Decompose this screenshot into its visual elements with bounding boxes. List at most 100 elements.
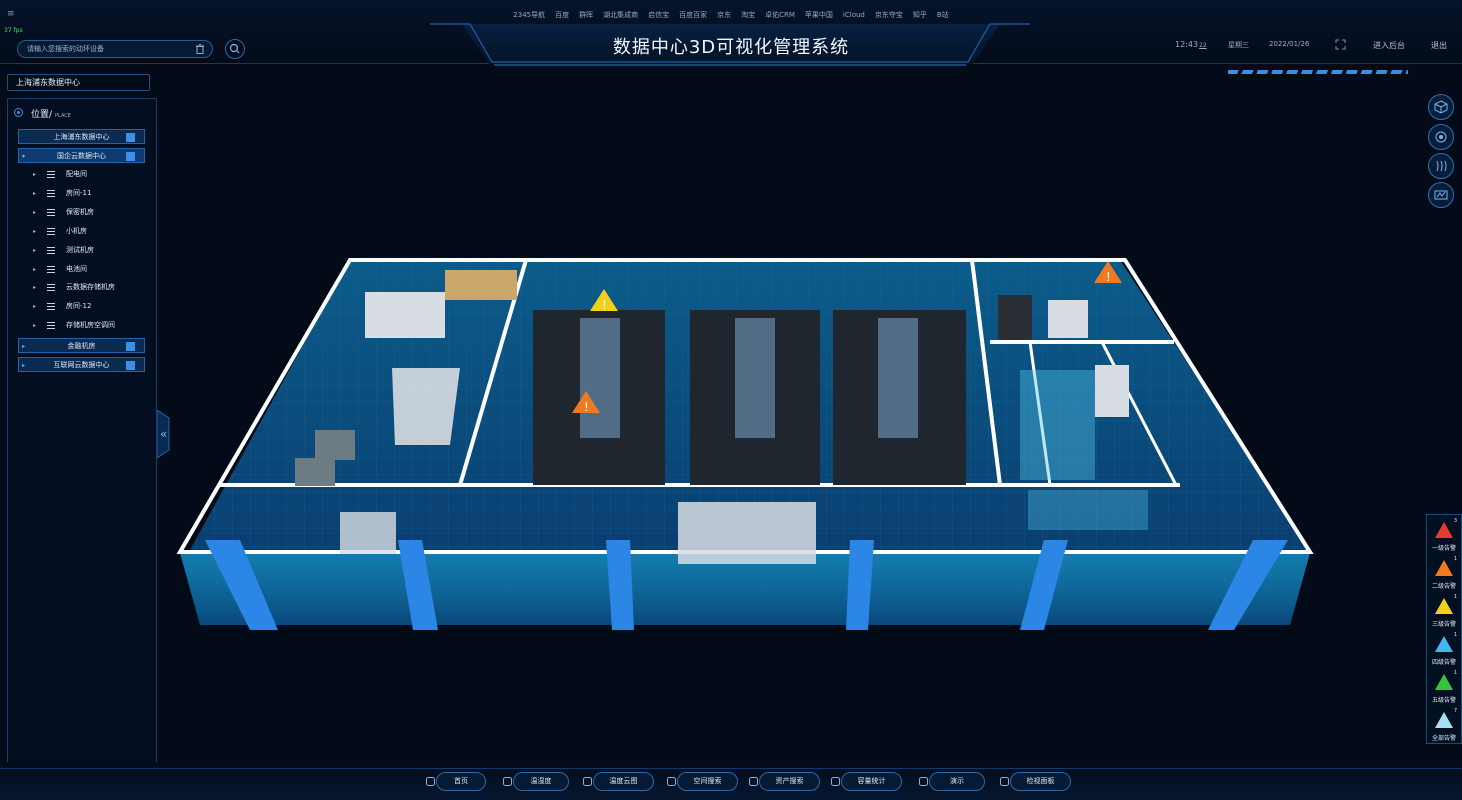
nav-button[interactable]: 资产搜索: [749, 772, 820, 791]
nav-button-label: 温湿度: [530, 777, 552, 785]
alert-level-item[interactable]: 7 全部告警: [1426, 706, 1462, 742]
page-title: 数据中心3D可视化管理系统: [612, 37, 850, 58]
caret-down-icon[interactable]: ▾: [22, 149, 25, 164]
tree-item-label: 保密机房: [66, 207, 94, 216]
fullscreen-icon[interactable]: [1335, 39, 1346, 50]
warning-icon: [1435, 712, 1453, 728]
bookmark-link[interactable]: iCloud: [843, 11, 865, 19]
bookmark-link[interactable]: 启信宝: [648, 11, 669, 19]
caret-right-icon[interactable]: ▸: [33, 224, 36, 239]
asset-search-icon: [749, 777, 758, 786]
tree-folder-label: 国企云数据中心: [57, 152, 106, 160]
tree-folder[interactable]: ▾ 国企云数据中心: [18, 148, 145, 163]
bookmark-link[interactable]: 京东: [717, 11, 731, 19]
nav-button[interactable]: 温度云图: [583, 772, 654, 791]
bookmark-link[interactable]: 淘宝: [741, 11, 755, 19]
caret-right-icon[interactable]: ▸: [33, 280, 36, 295]
tree-item-label: 云数据存储机房: [66, 283, 115, 292]
bookmark-link[interactable]: 苹果中国: [805, 11, 833, 19]
tree-item[interactable]: ▸ 测试机房: [18, 243, 145, 258]
alert-label: 二级告警: [1431, 583, 1456, 590]
tree-item[interactable]: ▸ 配电间: [18, 167, 145, 182]
tree-folder-label: 上海浦东数据中心: [53, 133, 110, 141]
fps-counter: 37 fps: [4, 27, 23, 34]
folder-icon: [126, 133, 135, 142]
caret-right-icon[interactable]: ▸: [33, 299, 36, 314]
caret-right-icon[interactable]: ▸: [33, 243, 36, 258]
bookmark-link[interactable]: 知乎: [913, 11, 927, 19]
clock-time: 12:4322: [1175, 40, 1207, 49]
admin-link[interactable]: 进入后台: [1373, 40, 1405, 51]
logout-link[interactable]: 退出: [1431, 40, 1447, 51]
bookmark-link[interactable]: 湖北集成商: [603, 11, 638, 19]
alert-count: 3: [1453, 518, 1457, 524]
tree-item[interactable]: ▸ 小机房: [18, 224, 145, 239]
alert-level-item[interactable]: 1 三级告警: [1426, 592, 1462, 628]
tree-folder-label: 金融机房: [67, 342, 96, 351]
space-search-icon: [667, 777, 676, 786]
rotate-view-icon[interactable]: [1428, 124, 1454, 150]
thermometer-icon: [503, 777, 512, 786]
nav-button[interactable]: 检视面板: [1000, 772, 1071, 791]
bookmark-bar: 2345导航 百度 群晖 湖北集成商 启信宝 百度百家 京东 淘宝 卓佑CRM 苹果中国 iClou…: [0, 10, 1462, 20]
alert-label: 四级告警: [1431, 659, 1456, 666]
tree-item[interactable]: ▸ 存储机房空调间: [18, 318, 145, 333]
bookmark-link[interactable]: B站: [937, 11, 949, 19]
alert-level-item[interactable]: 1 二级告警: [1426, 554, 1462, 590]
room-list-icon: [47, 171, 55, 178]
bookmark-link[interactable]: 2345导航: [513, 11, 545, 19]
bookmark-link[interactable]: 卓佑CRM: [765, 11, 795, 19]
alert-label: 五级告警: [1431, 697, 1456, 704]
alert-level-item[interactable]: 1 四级告警: [1426, 630, 1462, 666]
alert-level-item[interactable]: 1 五级告警: [1426, 668, 1462, 704]
folder-icon: [126, 361, 135, 371]
caret-right-icon[interactable]: ▸: [22, 358, 25, 373]
tree-item[interactable]: ▸ 电池间: [18, 262, 145, 277]
caret-right-icon[interactable]: ▸: [33, 262, 36, 277]
nav-button[interactable]: 温湿度: [503, 772, 569, 791]
alert-label: 全部告警: [1431, 735, 1456, 742]
alert-level-item[interactable]: 3 一级告警: [1426, 516, 1462, 552]
caret-right-icon[interactable]: ▸: [33, 167, 36, 182]
bookmark-link[interactable]: 京东夺宝: [875, 11, 903, 19]
caret-right-icon[interactable]: ▸: [33, 186, 36, 201]
tree-item-label: 房间-12: [66, 302, 92, 311]
cloud-icon: [583, 777, 592, 786]
bookmark-link[interactable]: 百度: [555, 11, 569, 19]
bookmark-link[interactable]: 群晖: [579, 11, 593, 19]
datacenter-3d-view[interactable]: !!!: [160, 240, 1320, 660]
tree-folder[interactable]: 上海浦东数据中心: [18, 129, 145, 144]
tree-item[interactable]: ▸ 云数据存储机房: [18, 280, 145, 295]
tree-folder-label: 互联网云数据中心: [53, 361, 110, 370]
search-input[interactable]: [17, 40, 213, 58]
warning-icon: [1435, 560, 1453, 576]
nav-button-label: 演示: [950, 777, 964, 785]
svg-text:!: !: [584, 400, 589, 414]
tree-folder[interactable]: ▸ 金融机房: [18, 338, 145, 354]
search-button[interactable]: [225, 39, 245, 59]
caret-right-icon[interactable]: ▸: [33, 318, 36, 333]
alert-count: 1: [1453, 556, 1457, 562]
room-list-icon: [47, 208, 55, 216]
caret-right-icon[interactable]: ▸: [22, 339, 25, 354]
tree-item[interactable]: ▸ 房间-11: [18, 186, 145, 201]
nav-button[interactable]: 容量统计: [831, 772, 902, 791]
heat-wave-icon[interactable]: [1428, 153, 1454, 179]
topology-icon[interactable]: [1428, 182, 1454, 208]
bookmark-link[interactable]: 百度百家: [679, 11, 707, 19]
tree-item[interactable]: ▸ 保密机房: [18, 205, 145, 220]
nav-button[interactable]: 演示: [919, 772, 985, 791]
room-list-icon: [47, 227, 55, 235]
nav-button[interactable]: 空间搜索: [667, 772, 738, 791]
tree-item[interactable]: ▸ 房间-12: [18, 299, 145, 314]
dashboard-icon: [1000, 777, 1009, 786]
trash-icon[interactable]: [194, 43, 206, 55]
rack-rows: [533, 310, 966, 485]
tree-folder[interactable]: ▸ 互联网云数据中心: [18, 357, 145, 373]
caret-right-icon[interactable]: ▸: [33, 205, 36, 220]
alert-label: 三级告警: [1431, 621, 1456, 628]
panel-header: 上海浦东数据中心: [7, 74, 150, 91]
cube-view-icon[interactable]: [1428, 94, 1454, 120]
nav-button[interactable]: 首页: [426, 772, 486, 791]
pie-chart-icon: [831, 777, 840, 786]
